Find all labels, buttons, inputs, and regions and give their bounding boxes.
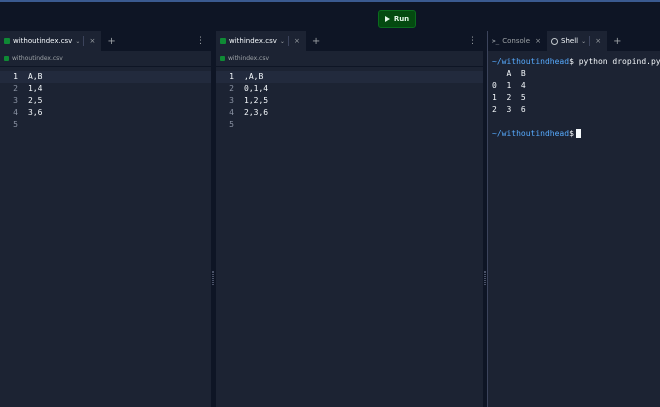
chevron-down-icon[interactable]: ⌄ — [280, 38, 285, 45]
code-editor[interactable]: 1 ,A,B 2 0,1,4 3 1,2,5 4 2,3,6 5 — [216, 71, 483, 131]
tab-withindex-csv[interactable]: withindex.csv ⌄ × — [216, 31, 306, 51]
tab-bar: >_ Console × Shell ⌄ × + — [488, 31, 660, 51]
code-line: 1 A,B — [0, 71, 211, 83]
csv-file-icon — [220, 38, 226, 44]
run-button[interactable]: Run — [378, 10, 416, 28]
line-content: 3,6 — [28, 108, 43, 117]
chevron-down-icon[interactable]: ⌄ — [75, 38, 80, 45]
breadcrumb-path: withoutindex.csv — [12, 55, 63, 62]
run-label: Run — [393, 15, 410, 23]
tab-label: Shell — [561, 37, 579, 45]
line-number: 5 — [229, 120, 234, 129]
drag-grip-icon — [484, 271, 486, 285]
editor-pane-withindex: withindex.csv ⌄ × + ⋮ withindex.csv 1 ,A,… — [216, 31, 483, 407]
csv-file-icon — [4, 38, 10, 44]
play-icon — [384, 16, 390, 22]
kebab-menu-icon[interactable]: ⋮ — [462, 31, 483, 51]
breadcrumb-path: withindex.csv — [228, 55, 270, 62]
code-line: 4 3,6 — [0, 107, 211, 119]
tab-separator — [287, 36, 289, 46]
tab-label: withoutindex.csv — [13, 37, 73, 45]
code-line: 3 2,5 — [0, 95, 211, 107]
line-content: 0,1,4 — [244, 84, 269, 93]
csv-file-icon — [4, 56, 9, 61]
prompt-symbol: $ — [569, 129, 574, 138]
new-tab-plus-icon[interactable]: + — [607, 31, 627, 51]
code-line: 2 1,4 — [0, 83, 211, 95]
line-number: 3 — [13, 96, 18, 105]
line-content: 2,3,6 — [244, 108, 269, 117]
line-number: 5 — [13, 120, 18, 129]
terminal-output-line: 1 2 5 — [492, 93, 526, 102]
line-number: 4 — [13, 108, 18, 117]
line-content: A,B — [28, 72, 43, 81]
drag-grip-icon — [212, 271, 214, 285]
new-tab-plus-icon[interactable]: + — [306, 31, 326, 51]
tab-label: withindex.csv — [229, 37, 277, 45]
shell-icon — [551, 37, 559, 45]
close-icon[interactable]: × — [533, 37, 543, 45]
code-editor[interactable]: 1 A,B 2 1,4 3 2,5 4 3,6 5 — [0, 71, 211, 131]
close-icon[interactable]: × — [292, 37, 302, 45]
line-content — [18, 119, 28, 131]
line-content: 1,4 — [28, 84, 43, 93]
tab-shell[interactable]: Shell ⌄ × — [547, 31, 608, 51]
breadcrumb: withindex.csv — [216, 51, 483, 67]
csv-file-icon — [220, 56, 225, 61]
close-icon[interactable]: × — [87, 37, 97, 45]
code-line: 4 2,3,6 — [216, 107, 483, 119]
code-line: 1 ,A,B — [216, 71, 483, 83]
terminal-output-line: 0 1 4 — [492, 81, 526, 90]
line-content: 2,5 — [28, 96, 43, 105]
prompt-path: ~/withoutindhead — [492, 57, 570, 66]
line-number: 3 — [229, 96, 234, 105]
line-number: 4 — [229, 108, 234, 117]
tab-label: Console — [502, 37, 531, 45]
tab-withoutindex-csv[interactable]: withoutindex.csv ⌄ × — [0, 31, 102, 51]
top-toolbar: Run — [0, 0, 660, 31]
new-tab-plus-icon[interactable]: + — [101, 31, 121, 51]
code-line: 5 — [216, 119, 483, 131]
tab-separator — [589, 36, 591, 46]
tab-bar: withoutindex.csv ⌄ × + ⋮ — [0, 31, 211, 51]
console-icon: >_ — [492, 37, 500, 45]
kebab-menu-icon[interactable]: ⋮ — [190, 31, 211, 51]
close-icon[interactable]: × — [593, 37, 603, 45]
shell-pane: >_ Console × Shell ⌄ × + ~/withoutindhea… — [487, 31, 660, 407]
prompt-path: ~/withoutindhead — [492, 129, 570, 138]
terminal-output-line: 2 3 6 — [492, 105, 526, 114]
line-number: 1 — [13, 72, 18, 81]
terminal-prompt-line: ~/withoutindhead$ — [492, 128, 656, 140]
tab-bar: withindex.csv ⌄ × + ⋮ — [216, 31, 483, 51]
terminal-output-line: A B — [492, 69, 526, 78]
breadcrumb: withoutindex.csv — [0, 51, 211, 67]
line-number: 2 — [13, 84, 18, 93]
terminal-command-line: ~/withoutindhead$ python dropind.py — [492, 56, 660, 68]
terminal-output[interactable]: ~/withoutindhead$ python dropind.py A B … — [492, 56, 660, 140]
code-line: 3 1,2,5 — [216, 95, 483, 107]
line-content: ,A,B — [244, 72, 264, 81]
command-text: python dropind.py — [573, 57, 660, 66]
line-content — [234, 119, 244, 131]
line-content: 1,2,5 — [244, 96, 269, 105]
tab-separator — [83, 36, 85, 46]
line-number: 1 — [229, 72, 234, 81]
editor-pane-withoutindex: withoutindex.csv ⌄ × + ⋮ withoutindex.cs… — [0, 31, 211, 407]
code-line: 5 — [0, 119, 211, 131]
line-number: 2 — [229, 84, 234, 93]
chevron-down-icon[interactable]: ⌄ — [581, 38, 586, 45]
tab-console[interactable]: >_ Console × — [488, 31, 548, 51]
text-cursor — [575, 129, 581, 138]
code-line: 2 0,1,4 — [216, 83, 483, 95]
